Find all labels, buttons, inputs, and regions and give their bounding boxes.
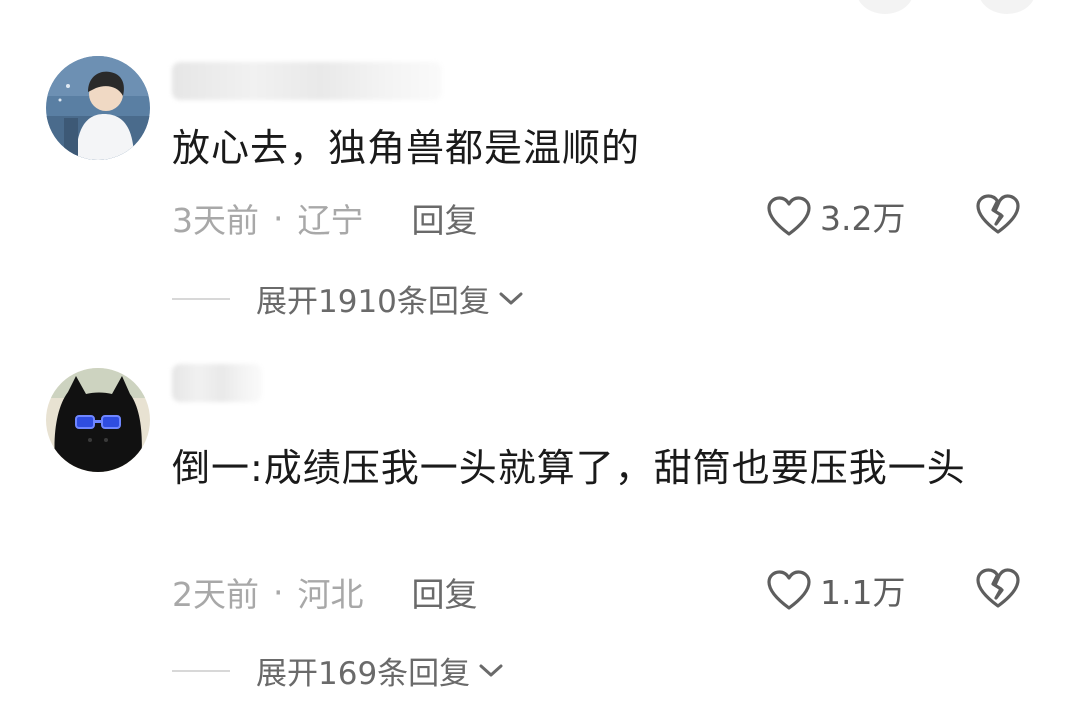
comment-meta: 2天前 · 河北 回复 [172, 568, 478, 616]
expand-replies-button[interactable]: 展开1910条回复 [172, 276, 524, 321]
comment-text: 放心去，独角兽都是温顺的 [172, 126, 641, 170]
dislike-button[interactable] [974, 566, 1022, 614]
reply-button[interactable]: 回复 [412, 568, 478, 616]
user-avatar[interactable] [46, 368, 150, 472]
reply-button[interactable]: 回复 [412, 194, 478, 242]
comment-time: 2天前 [172, 575, 259, 614]
username-blurred[interactable] [172, 364, 262, 402]
comment-time: 3天前 [172, 201, 259, 240]
black-cat-glasses-avatar-icon [46, 368, 150, 472]
username-blurred[interactable] [172, 62, 442, 100]
heart-outline-icon [767, 570, 811, 610]
comment-list: 放心去，独角兽都是温顺的 3天前 · 辽宁 回复 3.2万 展开1910条回复 [0, 0, 1070, 713]
expand-replies-label: 展开169条回复 [256, 656, 471, 692]
chevron-down-icon [478, 663, 504, 679]
comment-location: 河北 [297, 575, 364, 614]
divider-line [172, 297, 230, 300]
divider-line [172, 669, 230, 672]
meta-separator: · [273, 198, 284, 238]
broken-heart-icon [976, 568, 1020, 608]
boy-illustration-avatar-icon [46, 56, 150, 160]
meta-separator: · [273, 572, 284, 612]
top-action-button-1[interactable] [856, 0, 914, 14]
like-count: 1.1万 [820, 573, 906, 612]
chevron-down-icon [498, 291, 524, 307]
like-count: 3.2万 [820, 199, 906, 238]
expand-replies-label: 展开1910条回复 [256, 284, 490, 320]
comment-text: 倒一:成绩压我一头就算了，甜筒也要压我一头 [172, 446, 966, 490]
user-avatar[interactable] [46, 56, 150, 160]
top-action-button-2[interactable] [978, 0, 1036, 14]
like-button[interactable]: 1.1万 [766, 566, 905, 614]
dislike-button[interactable] [974, 192, 1022, 240]
heart-outline-icon [767, 196, 811, 236]
expand-replies-button[interactable]: 展开169条回复 [172, 648, 504, 693]
broken-heart-icon [976, 194, 1020, 234]
comment-meta: 3天前 · 辽宁 回复 [172, 194, 478, 242]
comment-location: 辽宁 [297, 201, 364, 240]
like-button[interactable]: 3.2万 [766, 192, 905, 240]
